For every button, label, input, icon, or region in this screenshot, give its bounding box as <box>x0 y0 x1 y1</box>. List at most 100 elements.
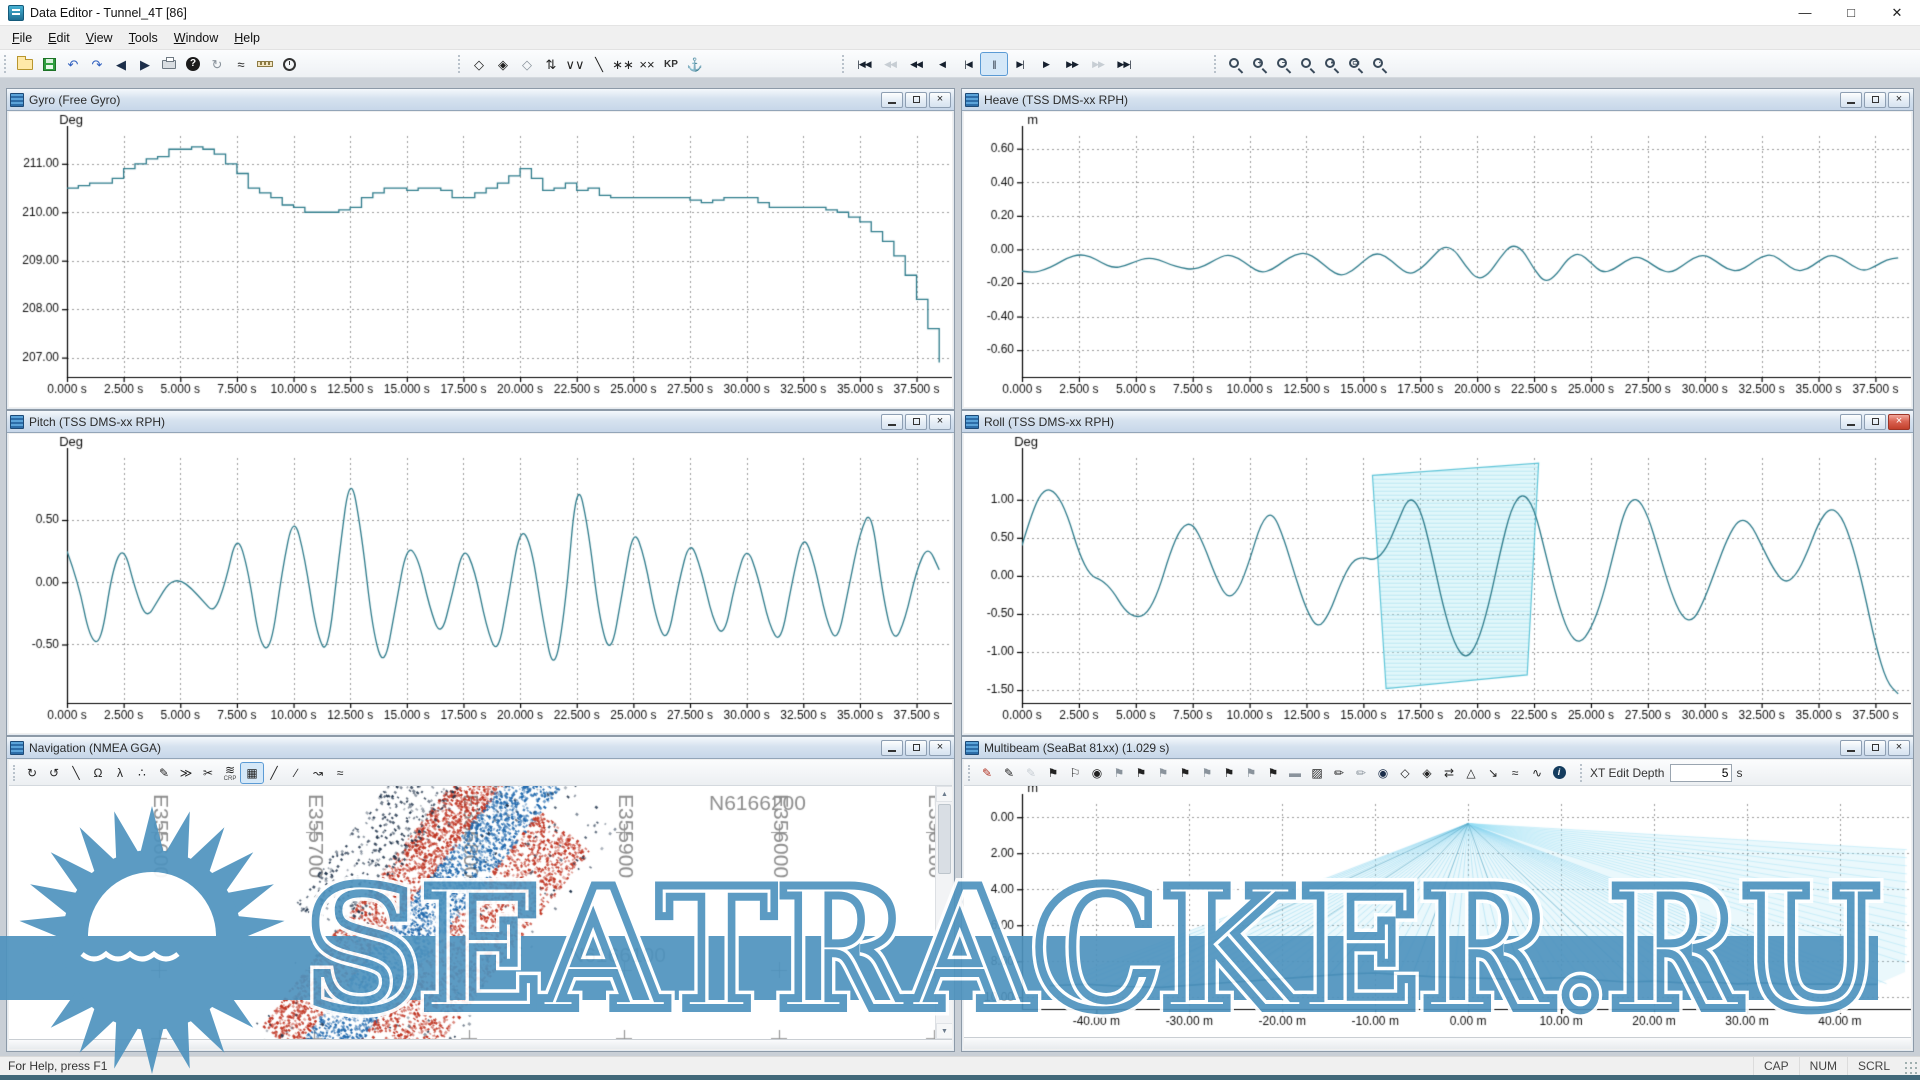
go-last-button[interactable]: ▶▶| <box>1111 53 1137 75</box>
window-navigation-titlebar[interactable]: Navigation (NMEA GGA) × <box>7 737 954 759</box>
flag-range-tool[interactable]: ⚑ <box>1196 763 1218 783</box>
fast-rewind-disabled-button[interactable]: ◀◀ <box>877 53 903 75</box>
flag-add-tool[interactable]: ⚑ <box>1042 763 1064 783</box>
minimize-button[interactable] <box>881 740 903 756</box>
erase-tool[interactable]: ▬ <box>1284 763 1306 783</box>
flag-beam-tool[interactable]: ⚑ <box>1262 763 1284 783</box>
next-view-button[interactable]: ▶ <box>133 53 157 75</box>
restore-tool[interactable]: ◇ <box>515 53 539 75</box>
fast-forward-button[interactable]: ▶▶ <box>1059 53 1085 75</box>
minimize-window-button[interactable]: — <box>1782 0 1828 26</box>
crp-tool[interactable]: ≋CRP <box>219 763 241 783</box>
multibeam-chart[interactable] <box>964 786 1911 1039</box>
pause-button[interactable]: || <box>981 53 1007 75</box>
line-tool[interactable]: ╲ <box>65 763 87 783</box>
close-button[interactable]: × <box>929 92 951 108</box>
rotate-cw-tool[interactable]: ↻ <box>21 763 43 783</box>
wave-tool[interactable]: ≈ <box>329 763 351 783</box>
flag-clear-tool[interactable]: ⚐ <box>1064 763 1086 783</box>
save-button[interactable] <box>37 53 61 75</box>
walk-pointer-tool[interactable]: ↘ <box>1482 763 1504 783</box>
marker-light-tool[interactable]: ✏ <box>1350 763 1372 783</box>
swap-view-tool[interactable]: ⇄ <box>1438 763 1460 783</box>
kp-tool[interactable]: KP <box>659 53 683 75</box>
close-button[interactable]: × <box>1888 740 1910 756</box>
select-tool[interactable]: ◇ <box>467 53 491 75</box>
wave-profile-tool[interactable]: ∿ <box>1526 763 1548 783</box>
roll-chart[interactable] <box>964 434 1911 733</box>
flag-stbd-tool[interactable]: ⚑ <box>1174 763 1196 783</box>
resize-grip[interactable] <box>1904 1061 1918 1075</box>
navigation-vertical-scrollbar[interactable]: ▲ ▼ <box>935 786 952 1039</box>
zoom-selection-button[interactable]: ▪ <box>1319 53 1343 75</box>
minimize-button[interactable] <box>881 92 903 108</box>
zoom-reset-button[interactable] <box>1295 53 1319 75</box>
cut-tool[interactable]: ✂ <box>197 763 219 783</box>
thin-line-tool[interactable]: ╱ <box>263 763 285 783</box>
restore-button[interactable] <box>905 414 927 430</box>
flag-all-tool[interactable]: ⚑ <box>1240 763 1262 783</box>
scrollbar-thumb[interactable] <box>938 804 951 874</box>
restore-button[interactable] <box>905 740 927 756</box>
minimize-button[interactable] <box>1840 740 1862 756</box>
survey-lines-tool[interactable]: ▦ <box>241 763 263 783</box>
refresh-button[interactable]: ↻ <box>205 53 229 75</box>
slope-tool[interactable]: ╲ <box>587 53 611 75</box>
window-pitch-titlebar[interactable]: Pitch (TSS DMS-xx RPH) × <box>7 411 954 433</box>
marker-tool[interactable]: ✏ <box>1328 763 1350 783</box>
reject-tool[interactable]: ×× <box>635 53 659 75</box>
block-edit-tool[interactable]: ▨ <box>1306 763 1328 783</box>
scatter-points-tool[interactable]: ∴ <box>131 763 153 783</box>
prev-view-button[interactable]: ◀ <box>109 53 133 75</box>
gyro-chart[interactable] <box>9 112 952 407</box>
close-button[interactable]: × <box>929 414 951 430</box>
close-button[interactable]: × <box>1888 414 1910 430</box>
print-button[interactable] <box>157 53 181 75</box>
close-button[interactable]: × <box>929 740 951 756</box>
zoom-window-button[interactable]: ▭ <box>1343 53 1367 75</box>
help-button[interactable] <box>181 53 205 75</box>
interpolate-tool[interactable]: ⇅ <box>539 53 563 75</box>
step-back-button[interactable]: ◀ <box>929 53 955 75</box>
undo-button[interactable]: ↶ <box>61 53 85 75</box>
pen-disabled-tool[interactable]: ✎ <box>1020 763 1042 783</box>
menu-file[interactable]: File <box>4 28 40 48</box>
flag-circle-tool[interactable]: ◉ <box>1086 763 1108 783</box>
scatter-tool[interactable]: ∗∗ <box>611 53 635 75</box>
frame-back-button[interactable]: |◀ <box>955 53 981 75</box>
deselect-tool[interactable]: ◈ <box>491 53 515 75</box>
signal-button[interactable]: ≈ <box>229 53 253 75</box>
frame-forward-button[interactable]: ▶| <box>1007 53 1033 75</box>
ffwd-disabled-button[interactable]: ▶▶ <box>1085 53 1111 75</box>
zoom-tool[interactable] <box>1223 53 1247 75</box>
globe-view-tool[interactable]: ◉ <box>1372 763 1394 783</box>
scroll-down-icon[interactable]: ▼ <box>936 1023 952 1039</box>
restore-button[interactable] <box>1864 740 1886 756</box>
info-button[interactable] <box>1548 763 1570 783</box>
anchor-tool[interactable]: ⚓ <box>683 53 707 75</box>
minimize-button[interactable] <box>1840 92 1862 108</box>
go-first-button[interactable]: |◀◀ <box>851 53 877 75</box>
close-window-button[interactable]: ✕ <box>1874 0 1920 26</box>
spray-tool[interactable]: ≫ <box>175 763 197 783</box>
kite-deselect-tool[interactable]: ◈ <box>1416 763 1438 783</box>
flag-next-tool[interactable]: ⚑ <box>1130 763 1152 783</box>
pen-tool[interactable]: ✎ <box>998 763 1020 783</box>
flag-depth-tool[interactable]: ⚑ <box>1218 763 1240 783</box>
play-button[interactable]: ▶ <box>1033 53 1059 75</box>
minimize-button[interactable] <box>1840 414 1862 430</box>
scroll-up-icon[interactable]: ▲ <box>936 786 952 802</box>
zoom-out-button[interactable]: − <box>1271 53 1295 75</box>
rewind-button[interactable]: ◀◀ <box>903 53 929 75</box>
rotate-ccw-tool[interactable]: ↺ <box>43 763 65 783</box>
maximize-window-button[interactable]: □ <box>1828 0 1874 26</box>
ruler-button[interactable] <box>253 53 277 75</box>
flag-prev-tool[interactable]: ⚑ <box>1108 763 1130 783</box>
restore-button[interactable] <box>1864 414 1886 430</box>
pencil-edit-tool[interactable]: ✎ <box>976 763 998 783</box>
restore-button[interactable] <box>1864 92 1886 108</box>
window-gyro-titlebar[interactable]: Gyro (Free Gyro) × <box>7 89 954 111</box>
xt-edit-depth-input[interactable] <box>1670 764 1732 782</box>
accept-tool[interactable]: ∨∨ <box>563 53 587 75</box>
pendulum-tool[interactable]: λ <box>109 763 131 783</box>
